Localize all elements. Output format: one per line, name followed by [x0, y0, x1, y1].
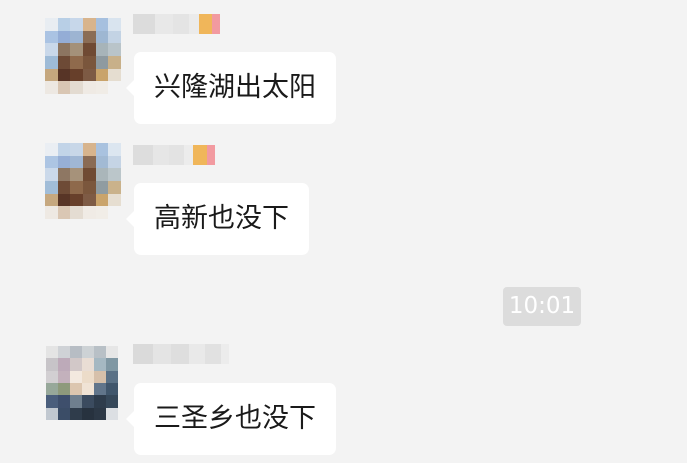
sender-name-blurred [133, 344, 229, 364]
message-row: 高新也没下 [0, 132, 687, 255]
blurred-avatar-icon[interactable] [46, 346, 118, 420]
message-row: 兴隆湖出太阳 [0, 0, 687, 124]
blurred-avatar-icon[interactable] [45, 143, 121, 219]
message-bubble[interactable]: 兴隆湖出太阳 [126, 52, 336, 124]
chat-window: 兴隆湖出太阳 高新也没下 10:01 三圣乡也没下 [0, 0, 687, 463]
timestamp-label: 10:01 [503, 287, 581, 326]
blurred-avatar-icon[interactable] [45, 18, 121, 94]
message-row: 三圣乡也没下 [0, 340, 687, 460]
sender-name-blurred [133, 14, 220, 34]
message-bubble[interactable]: 高新也没下 [126, 183, 309, 255]
message-bubble[interactable]: 三圣乡也没下 [126, 383, 336, 455]
sender-name-blurred [133, 145, 215, 165]
